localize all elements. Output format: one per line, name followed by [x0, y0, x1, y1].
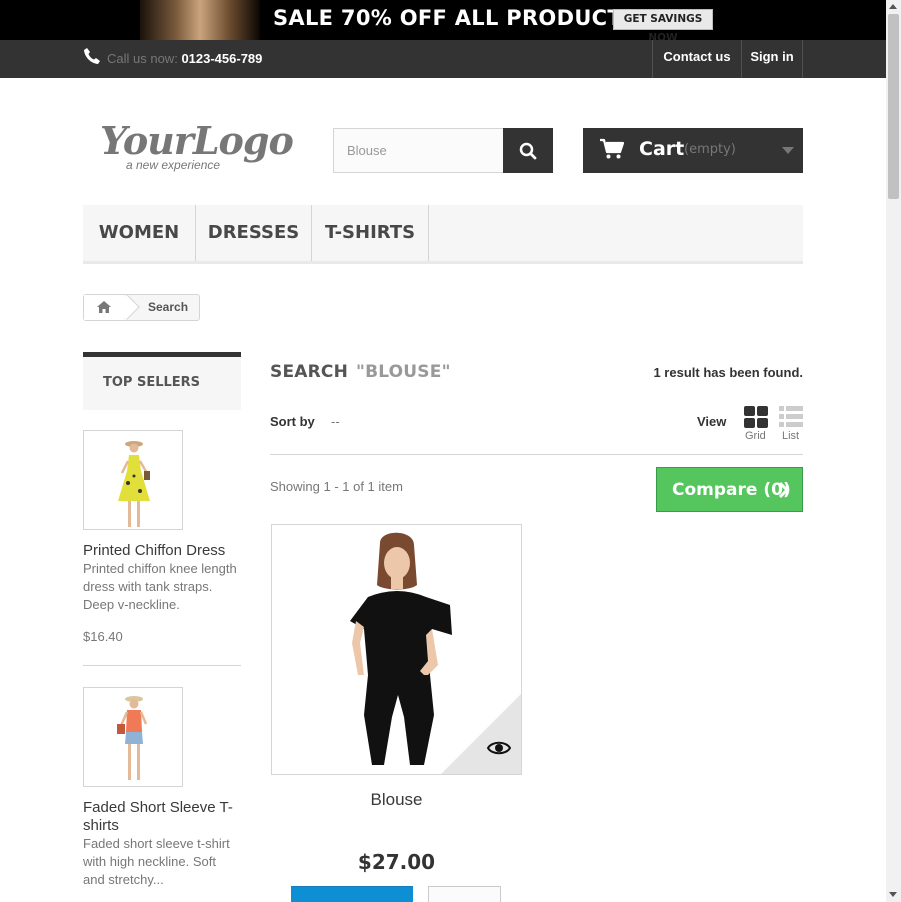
- scrollbar-thumb[interactable]: [888, 14, 899, 199]
- cart-icon: [600, 138, 625, 159]
- breadcrumb-home[interactable]: [84, 295, 124, 320]
- phone-number: 0123-456-789: [181, 51, 263, 66]
- grid-label: Grid: [745, 430, 766, 442]
- top-nav: Call us now: 0123-456-789 Contact us Sig…: [0, 40, 886, 78]
- home-icon: [97, 301, 111, 313]
- sign-in-link[interactable]: Sign in: [741, 40, 803, 78]
- logo-text: YourLogo: [100, 118, 294, 163]
- product-image[interactable]: [271, 524, 522, 775]
- search-query: "BLOUSE": [356, 362, 451, 382]
- sort-select[interactable]: --: [331, 414, 340, 429]
- product-thumbnail[interactable]: [83, 687, 183, 787]
- list-label: List: [782, 430, 800, 442]
- product-name[interactable]: Blouse: [271, 790, 522, 810]
- quick-view-corner[interactable]: [441, 694, 521, 774]
- call-us-label: Call us now:: [107, 51, 178, 66]
- compare-label: Compare (0): [672, 480, 791, 500]
- menu-item-dresses[interactable]: DRESSES: [196, 205, 312, 261]
- sidebar-product-name[interactable]: Faded Short Sleeve T-shirts: [83, 799, 243, 835]
- logo-tagline: a new experience: [126, 158, 221, 172]
- more-button[interactable]: [428, 886, 501, 902]
- chevron-down-icon: [782, 147, 794, 154]
- sidebar-divider: [83, 665, 241, 666]
- scroll-down-icon[interactable]: [889, 892, 897, 897]
- list-icon: [779, 406, 803, 427]
- view-label: View: [697, 414, 727, 429]
- search-icon: [519, 142, 537, 160]
- promo-banner[interactable]: SALE 70% OFF ALL PRODUCTS GET SAVINGS NO…: [0, 0, 886, 44]
- sidebar-product-price: $16.40: [83, 629, 123, 644]
- grid-icon: [744, 406, 768, 428]
- contact-us-link[interactable]: Contact us: [652, 40, 741, 78]
- scroll-up-icon[interactable]: [889, 4, 897, 9]
- compare-button[interactable]: Compare (0): [656, 467, 803, 512]
- product-thumbnail[interactable]: [83, 430, 183, 530]
- sidebar-product-name[interactable]: Printed Chiffon Dress: [83, 542, 243, 560]
- search-input[interactable]: [333, 128, 504, 173]
- chevron-right-icon: [778, 481, 790, 499]
- page-title: SEARCH "BLOUSE": [270, 362, 451, 382]
- top-sellers-title[interactable]: TOP SELLERS: [83, 352, 241, 410]
- dress-product-image: [118, 441, 150, 527]
- results-count: 1 result has been found.: [653, 365, 803, 380]
- site-logo[interactable]: YourLogo a new experience: [98, 118, 294, 178]
- phone-icon: [84, 48, 100, 64]
- eye-icon[interactable]: [487, 740, 511, 756]
- sidebar-product-description: Faded short sleeve t-shirt with high nec…: [83, 836, 230, 887]
- menu-item-women[interactable]: WOMEN: [83, 205, 196, 261]
- search-button[interactable]: [503, 128, 553, 173]
- cart-label: Cart: [639, 138, 685, 160]
- banner-model-image: [140, 0, 260, 40]
- showing-count: Showing 1 - 1 of 1 item: [270, 479, 403, 494]
- sort-label: Sort by: [270, 414, 315, 429]
- add-to-cart-button[interactable]: [291, 886, 413, 902]
- call-us-text: Call us now: 0123-456-789: [107, 51, 262, 66]
- get-savings-button[interactable]: GET SAVINGS NOW: [613, 9, 713, 44]
- banner-sale-text: SALE 70% OFF ALL PRODUCTS: [273, 6, 638, 30]
- breadcrumb-current: Search: [148, 300, 189, 314]
- sidebar-product-description: Printed chiffon knee length dress with t…: [83, 561, 237, 612]
- page-title-label: SEARCH: [270, 362, 349, 382]
- product-price: $27.00: [357, 850, 436, 874]
- page-scrollbar[interactable]: [886, 0, 901, 902]
- cart-status: (empty): [684, 142, 736, 157]
- cart-block[interactable]: Cart (empty): [583, 128, 803, 173]
- menu-item-tshirts[interactable]: T-SHIRTS: [312, 205, 429, 261]
- content-divider: [270, 454, 803, 455]
- tshirt-product-image: [117, 696, 148, 780]
- main-menu: WOMEN DRESSES T-SHIRTS: [83, 205, 803, 264]
- breadcrumb: Search: [83, 294, 200, 321]
